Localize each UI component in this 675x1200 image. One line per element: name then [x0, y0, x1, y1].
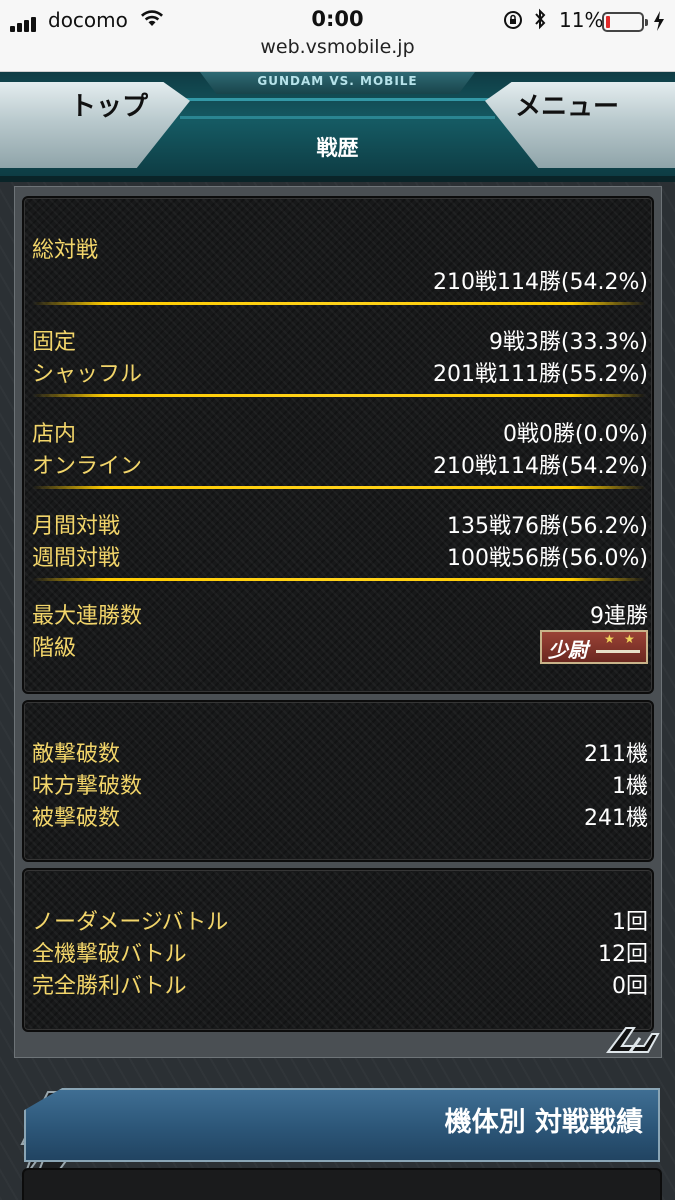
section-title[interactable]: 機体別 対戦戦績 — [445, 1100, 643, 1139]
charging-bolt-icon — [654, 11, 664, 31]
rank-star-icon: ★ — [624, 632, 635, 646]
battery-icon — [602, 12, 648, 32]
gold-divider — [32, 394, 646, 397]
battery-percent: 11% — [559, 8, 604, 32]
battle-totals-panel: 総対戦 210戦114勝(54.2%) 固定 9戦3勝(33.3%) シャッフル… — [22, 196, 654, 694]
stat-row-online: オンライン 210戦114勝(54.2%) — [32, 448, 648, 479]
stat-label: 最大連勝数 — [32, 604, 143, 629]
stat-label: 全機撃破バトル — [32, 942, 187, 967]
stat-label: 味方撃破数 — [32, 774, 143, 799]
stat-row-overall-value: 210戦114勝(54.2%) — [32, 264, 648, 295]
page-title: 戦歴 — [316, 136, 359, 160]
stat-label: 固定 — [32, 330, 77, 355]
stat-value: 1機 — [612, 774, 648, 799]
rotation-lock-icon — [504, 11, 522, 29]
bluetooth-icon — [535, 8, 546, 30]
special-battles-panel: ノーダメージバトル 1回 全機撃破バトル 12回 完全勝利バトル 0回 — [22, 868, 654, 1032]
stat-value: 201戦111勝(55.2%) — [432, 362, 648, 387]
stat-label: オンライン — [32, 454, 143, 479]
stat-label: 被撃破数 — [32, 806, 121, 831]
stat-value: 1回 — [612, 910, 648, 935]
rank-badge: 少尉 ★ ★ — [540, 630, 648, 664]
rank-badge-text: 少尉 — [548, 638, 588, 662]
stat-value: 12回 — [598, 942, 648, 967]
stat-value: 211機 — [584, 742, 648, 767]
stat-row-perfect: 完全勝利バトル 0回 — [32, 968, 648, 999]
header-line — [180, 116, 495, 119]
stat-row-ally-kills: 味方撃破数 1機 — [32, 768, 648, 799]
stat-value: 9連勝 — [590, 604, 648, 629]
kills-panel: 敵撃破数 211機 味方撃破数 1機 被撃破数 241機 — [22, 700, 654, 862]
gold-divider — [32, 486, 646, 489]
url-bar[interactable]: web.vsmobile.jp — [0, 36, 675, 58]
menu-button-label[interactable]: メニュー — [515, 86, 619, 123]
stat-row-monthly: 月間対戦 135戦76勝(56.2%) — [32, 508, 648, 539]
stat-label: ノーダメージバトル — [32, 910, 229, 935]
stat-row-enemy-kills: 敵撃破数 211機 — [32, 736, 648, 767]
stat-label: 階級 — [32, 636, 77, 661]
stat-row-fixed: 固定 9戦3勝(33.3%) — [32, 324, 648, 355]
stat-row-weekly: 週間対戦 100戦56勝(56.0%) — [32, 540, 648, 571]
stat-label: 敵撃破数 — [32, 742, 121, 767]
status-bar: docomo 0:00 11% web.vsmobile.jp — [0, 0, 675, 72]
machine-stats-panel — [22, 1168, 662, 1200]
stat-value: 0回 — [612, 974, 648, 999]
stat-value: 210戦114勝(54.2%) — [432, 454, 648, 479]
stat-label: 月間対戦 — [32, 514, 121, 539]
top-button-label[interactable]: トップ — [70, 86, 148, 123]
gold-divider — [32, 578, 646, 581]
stat-value: 100戦56勝(56.0%) — [446, 546, 648, 571]
rank-bar — [596, 650, 640, 653]
stat-value: 0戦0勝(0.0%) — [502, 422, 648, 447]
stat-label: 店内 — [32, 422, 77, 447]
stat-row-overall: 総対戦 — [32, 232, 648, 263]
stat-row-deaths: 被撃破数 241機 — [32, 800, 648, 831]
stat-row-no-damage: ノーダメージバトル 1回 — [32, 904, 648, 935]
stat-row-max-streak: 最大連勝数 9連勝 — [32, 598, 648, 629]
stat-value: 210戦114勝(54.2%) — [432, 270, 648, 295]
stat-label: シャッフル — [32, 362, 143, 387]
stat-value: 241機 — [584, 806, 648, 831]
header-line — [150, 98, 525, 101]
stat-row-shuffle: シャッフル 201戦111勝(55.2%) — [32, 356, 648, 387]
stat-row-rank: 階級 少尉 ★ ★ — [32, 630, 648, 666]
stat-row-all-kill: 全機撃破バトル 12回 — [32, 936, 648, 967]
rank-star-icon: ★ — [604, 632, 615, 646]
gold-divider — [32, 302, 646, 305]
stat-label: 総対戦 — [32, 238, 99, 263]
brand-logo: GUNDAM VS. MOBILE — [257, 74, 418, 88]
stat-label: 週間対戦 — [32, 546, 121, 571]
stat-value: 135戦76勝(56.2%) — [446, 514, 648, 539]
stat-value: 9戦3勝(33.3%) — [488, 330, 648, 355]
corner-emblem-icon — [606, 1027, 660, 1053]
stat-label: 完全勝利バトル — [32, 974, 187, 999]
stat-row-instore: 店内 0戦0勝(0.0%) — [32, 416, 648, 447]
